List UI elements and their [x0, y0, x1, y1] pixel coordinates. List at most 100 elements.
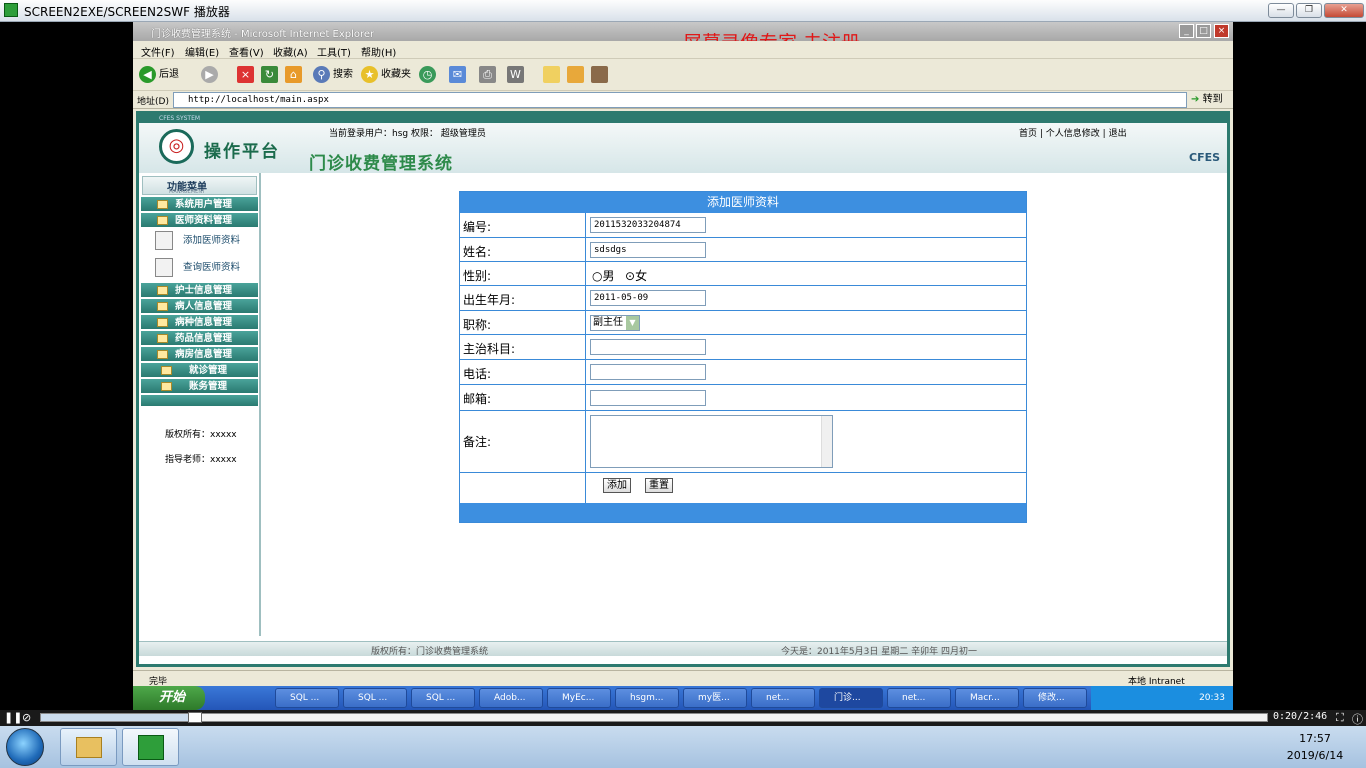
minimize-button[interactable]: — [1268, 3, 1294, 18]
seek-thumb[interactable] [188, 712, 203, 723]
task-button[interactable]: 门诊... [819, 688, 883, 708]
address-input[interactable]: http://localhost/main.aspx [173, 92, 1187, 108]
menu-favorites[interactable]: 收藏(A) [273, 44, 308, 59]
pause-button[interactable]: ❚❚ [4, 711, 22, 724]
task-button[interactable]: 修改... [1023, 688, 1087, 708]
windows-start-orb[interactable] [6, 728, 44, 766]
app-logo: ◎ [159, 129, 194, 164]
menu-item-accounts[interactable]: 账务管理 [141, 379, 258, 394]
id-input[interactable]: 2011532033204874 [590, 217, 706, 233]
mail-button[interactable]: ✉ [449, 65, 469, 85]
menu-view[interactable]: 查看(V) [229, 44, 264, 59]
menu-item-nurses[interactable]: 护士信息管理 [141, 283, 258, 298]
form-title: 添加医师资料 [460, 192, 1026, 213]
start-button[interactable]: 开始 [133, 686, 205, 710]
task-button[interactable]: SQL ... [343, 688, 407, 708]
email-input[interactable] [590, 390, 706, 406]
menu-item-wards[interactable]: 病房信息管理 [141, 347, 258, 362]
ie-minimize-button[interactable]: _ [1179, 24, 1194, 38]
ie-maximize-button[interactable]: □ [1196, 24, 1211, 38]
radio-unchecked-icon: ○ [592, 269, 603, 283]
name-input[interactable]: sdsdgs [590, 242, 706, 258]
gender-male-radio[interactable]: ○男 [592, 267, 615, 284]
menu-item-doctor-profiles[interactable]: 医师资料管理 [141, 213, 258, 228]
gender-female-radio[interactable]: ⊙女 [625, 267, 647, 284]
subject-input[interactable] [590, 339, 706, 355]
refresh-button[interactable]: ↻ [261, 65, 281, 85]
history-button[interactable]: ◷ [419, 65, 439, 85]
settings-icon[interactable]: ⊘ [22, 711, 31, 724]
form-row-phone: 电话: [460, 360, 1026, 385]
folder-button[interactable] [567, 65, 587, 85]
sub-item-add-doctor[interactable]: 添加医师资料 [153, 229, 240, 253]
restore-button[interactable]: ❐ [1296, 3, 1322, 18]
favorites-button[interactable]: ★ 收藏夹 [361, 65, 411, 85]
doctor-icon [155, 258, 173, 277]
close-button[interactable]: ✕ [1324, 3, 1364, 18]
scrollbar[interactable] [821, 416, 832, 467]
label-id: 编号: [463, 220, 492, 234]
teacher: 指导老师：xxxxx [165, 455, 237, 465]
task-button[interactable]: net... [751, 688, 815, 708]
home-button[interactable]: ⌂ [285, 65, 305, 85]
task-button[interactable]: my医... [683, 688, 747, 708]
search-button[interactable]: ⚲ 搜索 [313, 65, 353, 85]
birth-input[interactable]: 2011-05-09 [590, 290, 706, 306]
print-icon: ⎙ [479, 65, 496, 83]
ie-close-button[interactable]: × [1214, 24, 1229, 38]
go-button[interactable]: ➔ 转到 [1191, 92, 1223, 108]
web-page: CFES SYSTEM ◎ 操作平台 门诊收费管理系统 当前登录用户：hsg 权… [136, 111, 1230, 667]
home-link[interactable]: 首页 [1019, 129, 1037, 139]
phone-input[interactable] [590, 364, 706, 380]
menu-item-patients[interactable]: 病人信息管理 [141, 299, 258, 314]
menu-item-drugs[interactable]: 药品信息管理 [141, 331, 258, 346]
research-button[interactable] [591, 65, 611, 85]
reset-button[interactable]: 重置 [645, 478, 673, 493]
label-birth: 出生年月: [463, 293, 516, 307]
print-button[interactable]: ⎙ [479, 65, 499, 85]
edit-button[interactable]: W [507, 65, 527, 85]
info-icon[interactable]: ⓘ [1352, 711, 1363, 727]
player-app-icon [4, 3, 18, 17]
sidebar: 功能菜单 MANAGEMENT 系统用户管理 医师资料管理 添加医师资料 查询医… [139, 173, 261, 636]
task-button[interactable]: SQL ... [411, 688, 475, 708]
fullscreen-icon[interactable]: ⛶ [1336, 711, 1344, 725]
menu-item-system-users[interactable]: 系统用户管理 [141, 197, 258, 212]
back-button[interactable]: ◀ 后退 [139, 65, 179, 85]
ie-status-bar: 完毕 本地 Intranet [133, 670, 1233, 687]
task-button[interactable]: net... [887, 688, 951, 708]
menu-file[interactable]: 文件(F) [141, 44, 175, 59]
task-button[interactable]: SQL ... [275, 688, 339, 708]
user-info: 当前登录用户：hsg 权限： 超级管理员 [329, 129, 486, 139]
note-textarea[interactable] [590, 415, 833, 468]
task-button[interactable]: MyEc... [547, 688, 611, 708]
profile-link[interactable]: 个人信息修改 [1046, 129, 1100, 139]
refresh-icon: ↻ [261, 65, 278, 83]
task-button[interactable]: Macr... [955, 688, 1019, 708]
task-button[interactable]: hsgm... [615, 688, 679, 708]
menu-item-icon [157, 302, 168, 311]
forward-arrow-icon: ▶ [201, 65, 218, 83]
menu-item-diseases[interactable]: 病种信息管理 [141, 315, 258, 330]
stop-button[interactable]: × [237, 65, 257, 85]
top-strip: CFES SYSTEM [139, 114, 1227, 123]
title-select[interactable]: 副主任 ▼ [590, 315, 640, 331]
forward-button[interactable]: ▶ [201, 65, 221, 85]
task-button[interactable]: Adob... [479, 688, 543, 708]
star-icon: ★ [361, 65, 378, 83]
menu-item-visits[interactable]: 就诊管理 [141, 363, 258, 378]
menu-item-icon [157, 334, 168, 343]
ie-title: 门诊收费管理系统 - Microsoft Internet Explorer [151, 29, 375, 40]
menu-tools[interactable]: 工具(T) [317, 44, 351, 59]
sub-item-search-doctor[interactable]: 查询医师资料 [153, 256, 240, 280]
explorer-taskbar-button[interactable] [60, 728, 117, 766]
label-gender: 性别: [463, 269, 492, 283]
menu-edit[interactable]: 编辑(E) [185, 44, 219, 59]
logout-link[interactable]: 退出 [1109, 129, 1127, 139]
player-taskbar-button[interactable] [122, 728, 179, 766]
label-title: 职称: [463, 318, 492, 332]
add-button[interactable]: 添加 [603, 478, 631, 493]
seek-bar[interactable] [40, 712, 1268, 723]
menu-help[interactable]: 帮助(H) [361, 44, 396, 59]
discuss-button[interactable] [543, 65, 563, 85]
